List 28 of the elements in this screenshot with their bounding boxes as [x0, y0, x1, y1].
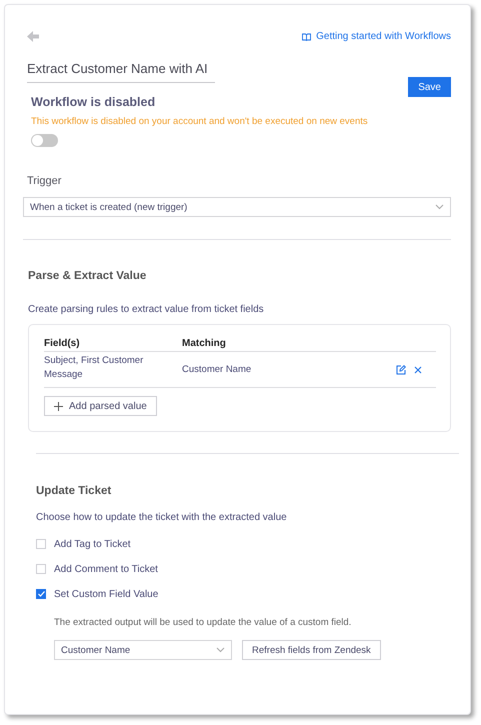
checkbox-label: Add Comment to Ticket [54, 564, 158, 574]
column-header: Field(s) [44, 337, 81, 351]
section-description: Choose how to update the ticket with the extracted value [36, 512, 288, 523]
custom-field-select[interactable]: Customer Name [54, 640, 232, 660]
save-button[interactable]: Save [408, 77, 451, 97]
section-description: Create parsing rules to extract value from ticket fields [28, 304, 265, 315]
help-text: The extracted output will be used to update the value of a custom field. [54, 617, 352, 628]
trigger-label: Trigger [27, 175, 62, 187]
book-icon [302, 32, 312, 40]
status-message: This workflow is disabled on your account and won't be executed on new events [31, 116, 369, 127]
help-link[interactable]: Getting started with Workflows [302, 31, 451, 42]
table-cell-text: Subject, First Customer Message [44, 354, 144, 382]
chevron-down-icon [435, 204, 444, 210]
trigger-select[interactable]: When a ticket is created (new trigger) [23, 197, 451, 217]
section-title: Update Ticket [36, 485, 112, 497]
back-arrow-icon[interactable] [27, 31, 39, 42]
checkbox[interactable] [36, 589, 46, 599]
column-header: Matching [182, 337, 227, 351]
status-title: Workflow is disabled [31, 95, 156, 109]
section-title: Parse & Extract Value [28, 270, 148, 282]
plus-icon [54, 402, 63, 410]
table-cell-text: Customer Name [182, 362, 252, 376]
checkbox-label: Add Tag to Ticket [54, 538, 131, 550]
checkbox-label: Set Custom Field Value [54, 588, 158, 600]
enable-toggle[interactable] [31, 134, 58, 147]
chevron-down-icon [216, 647, 225, 653]
add-parsed-value-button[interactable]: Add parsed value [44, 396, 157, 416]
refresh-fields-button[interactable]: Refresh fields from Zendesk [242, 640, 381, 660]
